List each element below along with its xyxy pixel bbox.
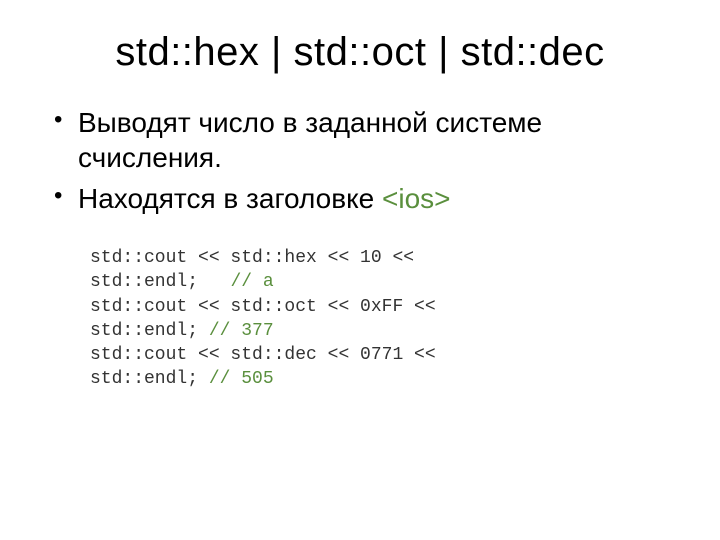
- header-include: <ios>: [382, 183, 451, 214]
- code-block: std::cout << std::hex << 10 << std::endl…: [90, 246, 670, 392]
- slide-title: std::hex | std::oct | std::dec: [50, 30, 670, 75]
- code-comment: // 377: [209, 321, 274, 341]
- code-line: std::endl;: [90, 369, 209, 389]
- code-line: std::cout << std::dec << 0771 <<: [90, 345, 436, 365]
- code-line: std::cout << std::oct << 0xFF <<: [90, 297, 436, 317]
- bullet-text: Выводят число в заданной системе счислен…: [78, 107, 542, 173]
- code-comment: // a: [230, 272, 273, 292]
- bullet-text: Находятся в заголовке: [78, 183, 382, 214]
- slide: std::hex | std::oct | std::dec Выводят ч…: [0, 0, 720, 540]
- code-line: std::cout << std::hex << 10 <<: [90, 248, 414, 268]
- code-line: std::endl;: [90, 321, 209, 341]
- bullet-item: Выводят число в заданной системе счислен…: [50, 105, 670, 175]
- code-comment: // 505: [209, 369, 274, 389]
- code-line: std::endl;: [90, 272, 230, 292]
- bullet-item: Находятся в заголовке <ios>: [50, 181, 670, 216]
- bullet-list: Выводят число в заданной системе счислен…: [50, 105, 670, 216]
